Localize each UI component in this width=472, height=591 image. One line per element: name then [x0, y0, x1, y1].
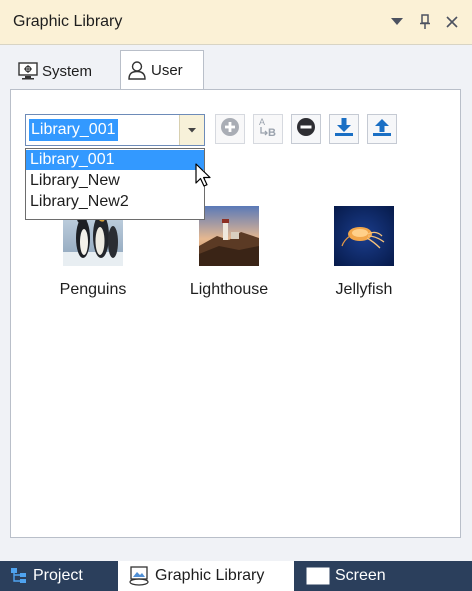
- download-icon: [334, 117, 354, 142]
- library-option[interactable]: Library_New2: [26, 192, 204, 212]
- library-content: Library_001 A B Library_001 Library_New …: [10, 89, 461, 538]
- library-select-value: Library_001: [29, 119, 118, 141]
- graphic-library-icon: [128, 566, 150, 586]
- panel-titlebar[interactable]: Graphic Library: [0, 0, 472, 45]
- library-dropdown-list: Library_001 Library_New Library_New2: [25, 148, 205, 220]
- tab-system-label: System: [42, 62, 93, 80]
- dock-tab-project[interactable]: Project: [10, 561, 83, 591]
- project-tree-icon: [10, 567, 28, 585]
- export-button[interactable]: [367, 114, 397, 144]
- close-icon[interactable]: [441, 10, 463, 34]
- import-button[interactable]: [329, 114, 359, 144]
- dock-tab-screen[interactable]: Screen: [306, 561, 386, 591]
- monitor-icon: [18, 62, 38, 80]
- graphic-label-jellyfish: Jellyfish: [335, 281, 393, 298]
- tab-user[interactable]: User: [120, 50, 204, 89]
- lighthouse-thumbnail[interactable]: [199, 206, 259, 266]
- user-icon: [127, 60, 147, 80]
- svg-text:B: B: [268, 127, 276, 138]
- rename-library-button[interactable]: A B: [253, 114, 283, 144]
- chevron-down-icon[interactable]: [179, 115, 204, 145]
- upload-icon: [372, 117, 392, 142]
- graphic-label-lighthouse: Lighthouse: [189, 281, 269, 298]
- graphic-library-panel: Graphic Library System User Library_001 …: [0, 0, 472, 591]
- plus-circle-icon: [220, 117, 240, 142]
- dock-tab-screen-label: Screen: [335, 567, 386, 584]
- add-library-button[interactable]: [215, 114, 245, 144]
- library-tabs: System User: [10, 50, 462, 90]
- svg-text:A: A: [259, 117, 265, 127]
- minus-circle-icon: [296, 117, 316, 142]
- library-select[interactable]: Library_001: [25, 114, 205, 146]
- tab-user-label: User: [151, 61, 183, 79]
- pin-icon[interactable]: [414, 10, 436, 34]
- dock-tab-graphic-library-label: Graphic Library: [155, 567, 265, 584]
- rename-ab-icon: A B: [256, 116, 280, 143]
- library-option[interactable]: Library_001: [26, 150, 204, 170]
- graphic-label-penguins: Penguins: [59, 281, 127, 298]
- jellyfish-thumbnail[interactable]: [334, 206, 394, 266]
- library-option[interactable]: Library_New: [26, 171, 204, 191]
- tab-system[interactable]: System: [14, 54, 118, 88]
- screen-icon: [306, 567, 330, 585]
- panel-title: Graphic Library: [13, 13, 123, 30]
- dock-tabs-bar: Project Graphic Library Screen: [0, 561, 472, 591]
- delete-library-button[interactable]: [291, 114, 321, 144]
- dock-tab-graphic-library[interactable]: Graphic Library: [118, 561, 294, 591]
- window-position-dropdown-icon[interactable]: [386, 10, 408, 34]
- mouse-cursor-icon: [195, 163, 213, 194]
- dock-tab-project-label: Project: [33, 567, 83, 584]
